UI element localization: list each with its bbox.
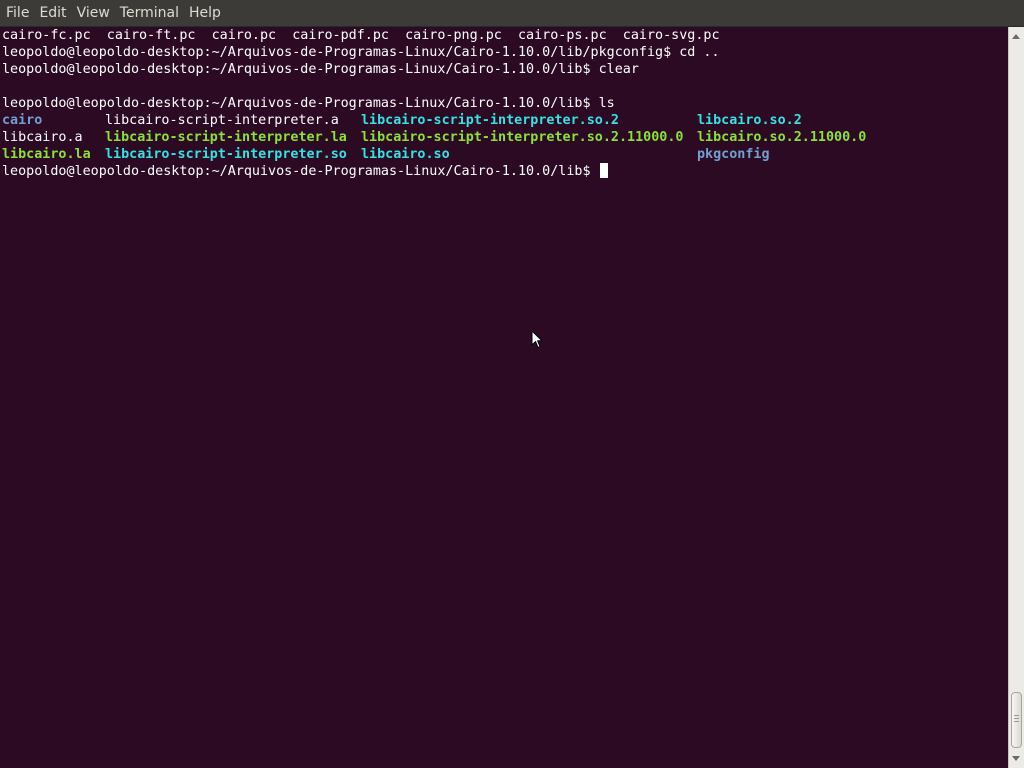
scrollbar-thumb[interactable] — [1011, 692, 1022, 748]
menu-help[interactable]: Help — [184, 0, 226, 27]
ls-row-1: cairo libcairo-script-interpreter.a libc… — [2, 112, 802, 129]
output-line-ls: leopoldo@leopoldo-desktop:~/Arquivos-de-… — [2, 96, 615, 111]
menu-bar: File Edit View Terminal Help — [0, 0, 1024, 27]
ls-entry-executable: libcairo-script-interpreter.so.2.11000.0 — [361, 130, 684, 145]
ls-entry-dir: cairo — [2, 113, 43, 128]
shell-prompt: leopoldo@leopoldo-desktop:~/Arquivos-de-… — [2, 164, 599, 179]
menu-file[interactable]: File — [1, 0, 34, 27]
mouse-pointer-icon — [531, 330, 543, 348]
menu-view[interactable]: View — [72, 0, 115, 27]
scroll-up-arrow-icon[interactable] — [1012, 34, 1020, 39]
ls-entry-executable: libcairo.la — [2, 147, 91, 162]
ls-entry-file: libcairo.a — [2, 130, 83, 145]
ls-entry-executable: libcairo.so.2.11000.0 — [697, 130, 867, 145]
output-line-clear: leopoldo@leopoldo-desktop:~/Arquivos-de-… — [2, 62, 639, 77]
menu-edit[interactable]: Edit — [34, 0, 71, 27]
grip-line — [1014, 721, 1019, 722]
prompt-line[interactable]: leopoldo@leopoldo-desktop:~/Arquivos-de-… — [2, 163, 720, 180]
output-line-cd: leopoldo@leopoldo-desktop:~/Arquivos-de-… — [2, 45, 720, 60]
ls-entry-symlink: libcairo.so.2 — [697, 113, 802, 128]
ls-entry-executable: libcairo-script-interpreter.la — [105, 130, 347, 145]
ls-entry-symlink: libcairo.so — [361, 147, 450, 162]
ls-entry-dir: pkgconfig — [697, 147, 770, 162]
scroll-down-arrow-icon[interactable] — [1012, 756, 1020, 761]
ls-row-2: libcairo.a libcairo-script-interpreter.l… — [2, 129, 866, 146]
text-cursor — [599, 163, 608, 178]
vertical-scrollbar[interactable] — [1008, 27, 1024, 768]
grip-line — [1014, 718, 1019, 719]
output-line-pc-files: cairo-fc.pc cairo-ft.pc cairo.pc cairo-p… — [2, 28, 720, 43]
ls-entry-symlink: libcairo-script-interpreter.so — [105, 147, 347, 162]
menu-terminal[interactable]: Terminal — [115, 0, 184, 27]
terminal-area[interactable]: cairo-fc.pc cairo-ft.pc cairo.pc cairo-p… — [0, 27, 1008, 768]
terminal-output: cairo-fc.pc cairo-ft.pc cairo.pc cairo-p… — [2, 27, 866, 180]
grip-line — [1014, 715, 1019, 716]
ls-row-3: libcairo.la libcairo-script-interpreter.… — [2, 146, 770, 163]
ls-entry-file: libcairo-script-interpreter.a — [105, 113, 339, 128]
ls-entry-symlink: libcairo-script-interpreter.so.2 — [361, 113, 619, 128]
